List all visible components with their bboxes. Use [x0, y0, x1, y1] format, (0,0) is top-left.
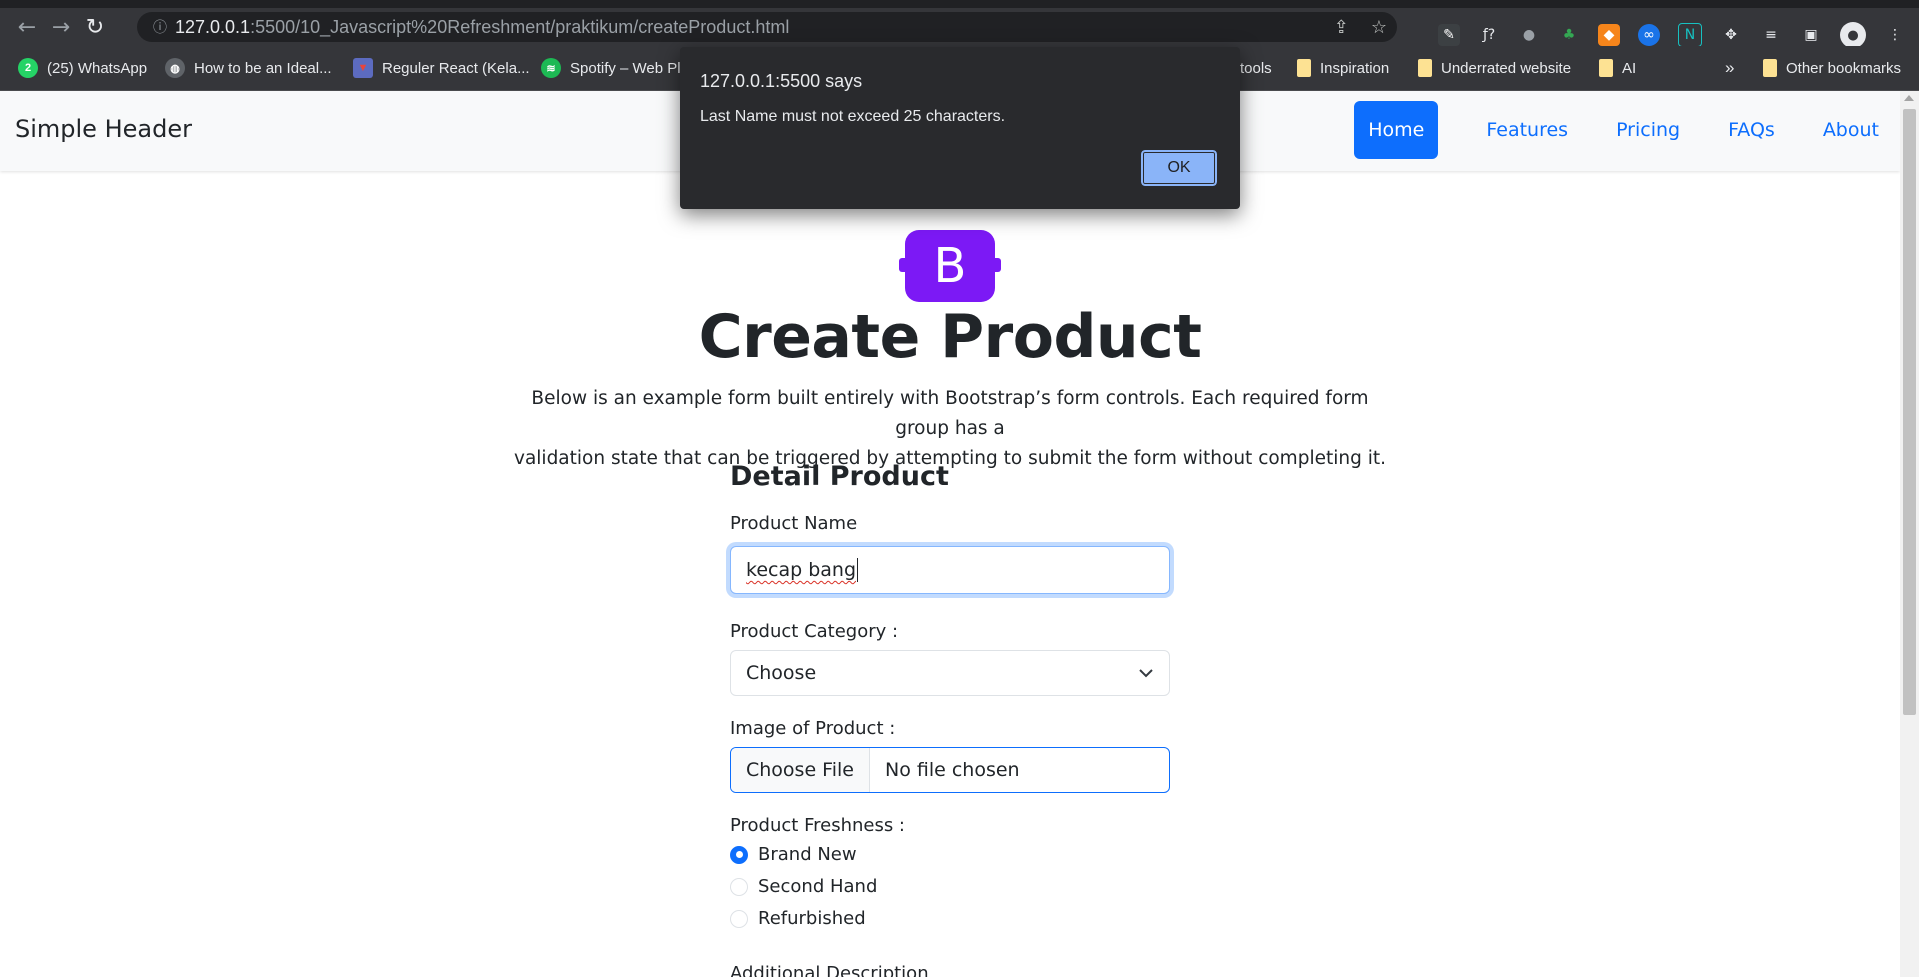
link-extension-icon[interactable]: ∞: [1638, 24, 1660, 46]
choose-file-button[interactable]: Choose File: [731, 748, 870, 792]
folder-icon: [1418, 59, 1432, 77]
bookmark-label: Other bookmarks: [1786, 59, 1902, 77]
formula-extension-icon[interactable]: ƒ?: [1478, 24, 1500, 46]
bookmark-label: Reguler React (Kela...: [382, 59, 530, 77]
page-viewport: Simple Header Home Features Pricing FAQs…: [0, 91, 1900, 977]
url-text[interactable]: 127.0.0.1:5500/10_Javascript%20Refreshme…: [175, 17, 789, 38]
bookmark-label: Underrated website: [1441, 59, 1572, 77]
spotify-icon: ≋: [541, 58, 561, 78]
bookmark-label: Inspiration: [1320, 59, 1390, 77]
bookmark-reguler-react[interactable]: ▼ Reguler React (Kela...: [353, 46, 530, 90]
product-name-value: kecap bang: [746, 559, 857, 581]
chevron-down-icon: [1139, 669, 1153, 678]
bootstrap-logo: B: [899, 230, 1001, 302]
dialog-title: 127.0.0.1:5500 says: [700, 71, 863, 91]
pen-extension-icon[interactable]: ✎: [1438, 24, 1460, 46]
tree-extension-icon[interactable]: ♣: [1558, 24, 1580, 46]
share-icon[interactable]: ⇪: [1334, 17, 1349, 38]
radio-label: Second Hand: [758, 876, 878, 897]
category-select[interactable]: Choose: [730, 650, 1170, 696]
bookmark-star-icon[interactable]: ☆: [1371, 17, 1387, 38]
radio-label: Brand New: [758, 844, 857, 865]
page-title: Create Product: [698, 302, 1202, 372]
additional-description-label: Additional Description: [730, 963, 929, 977]
radio-label: Refurbished: [758, 908, 866, 929]
nav-about[interactable]: About: [1809, 101, 1893, 159]
header-nav: Home Features Pricing FAQs About: [1354, 101, 1900, 159]
brand-title[interactable]: Simple Header: [15, 115, 192, 143]
tie-icon: ▼: [353, 58, 373, 78]
dialog-message: Last Name must not exceed 25 characters.: [700, 108, 1006, 125]
radio-brand-new[interactable]: Brand New: [730, 844, 857, 865]
bookmark-label: How to be an Ideal...: [194, 59, 332, 77]
side-panel-icon[interactable]: ▣: [1800, 24, 1822, 46]
lead-line: validation state that can be triggered b…: [514, 448, 1386, 469]
nav-faqs[interactable]: FAQs: [1714, 101, 1789, 159]
bookmark-label: (25) WhatsApp: [47, 59, 148, 77]
alert-dialog: 127.0.0.1:5500 says Last Name must not e…: [680, 47, 1240, 209]
bookmark-label: AI: [1622, 59, 1637, 77]
radio-refurbished[interactable]: Refurbished: [730, 908, 866, 929]
bookmark-folder-underrated[interactable]: Underrated website: [1418, 46, 1571, 90]
radio-checked-icon[interactable]: [730, 845, 748, 864]
forward-arrow-icon[interactable]: →: [44, 10, 78, 44]
freshness-label: Product Freshness :: [730, 815, 905, 836]
image-label: Image of Product :: [730, 718, 896, 739]
category-selected-value: Choose: [746, 662, 817, 684]
image-file-input[interactable]: Choose File No file chosen: [730, 747, 1170, 793]
lead-line: Below is an example form built entirely …: [531, 388, 1369, 439]
metamask-extension-icon[interactable]: ◆: [1598, 24, 1620, 46]
media-queue-icon[interactable]: ≡: [1760, 24, 1782, 46]
kebab-menu-icon[interactable]: ⋮: [1884, 24, 1906, 46]
radio-unchecked-icon[interactable]: [730, 877, 748, 896]
tab-strip: [0, 0, 1919, 8]
chevron-double-right-icon: »: [1725, 58, 1735, 77]
bookmark-folder-inspiration[interactable]: Inspiration: [1297, 46, 1389, 90]
bookmark-other[interactable]: Other bookmarks: [1763, 46, 1901, 90]
bookmark-whatsapp[interactable]: 2 (25) WhatsApp: [18, 46, 147, 90]
bookmark-folder-ai[interactable]: AI: [1599, 46, 1636, 90]
puzzle-extensions-icon[interactable]: ✥: [1720, 24, 1742, 46]
bookmark-ideal[interactable]: ◍ How to be an Ideal...: [165, 46, 332, 90]
browser-toolbar: ← → ↻ ⓘ 127.0.0.1:5500/10_Javascript%20R…: [0, 8, 1919, 48]
url-path: :5500/10_Javascript%20Refreshment/prakti…: [250, 16, 790, 37]
section-title: Detail Product: [730, 461, 949, 492]
notion-extension-icon[interactable]: N: [1678, 23, 1702, 47]
radio-second-hand[interactable]: Second Hand: [730, 876, 877, 897]
url-host: 127.0.0.1: [175, 16, 251, 37]
scroll-up-icon[interactable]: [1904, 95, 1914, 101]
globe-icon: ◍: [165, 58, 185, 78]
bookmark-folder-tools[interactable]: tools: [1240, 46, 1272, 90]
radio-unchecked-icon[interactable]: [730, 909, 748, 928]
scrollbar-thumb[interactable]: [1903, 109, 1916, 715]
profile-avatar[interactable]: ●: [1840, 22, 1866, 48]
nav-home[interactable]: Home: [1354, 101, 1439, 159]
folder-icon: [1297, 59, 1311, 77]
category-label: Product Category :: [730, 621, 899, 642]
address-bar[interactable]: ⓘ 127.0.0.1:5500/10_Javascript%20Refresh…: [137, 12, 1397, 42]
nav-features[interactable]: Features: [1472, 101, 1582, 159]
whatsapp-icon: 2: [18, 58, 38, 78]
folder-icon: [1763, 59, 1777, 77]
bookmark-label: Spotify – Web Pl: [570, 59, 681, 77]
product-name-label: Product Name: [730, 513, 858, 534]
file-status: No file chosen: [884, 759, 1020, 781]
site-info-icon[interactable]: ⓘ: [145, 17, 175, 37]
text-caret: [857, 558, 859, 582]
bookmark-label: tools: [1240, 59, 1272, 77]
back-arrow-icon[interactable]: ←: [10, 10, 44, 44]
nav-pricing[interactable]: Pricing: [1602, 101, 1694, 159]
bookmark-spotify[interactable]: ≋ Spotify – Web Pl: [541, 46, 681, 90]
more-bookmarks-chevron[interactable]: »: [1725, 46, 1734, 90]
page-scrollbar[interactable]: [1900, 91, 1919, 977]
reload-icon[interactable]: ↻: [78, 10, 112, 44]
product-name-input[interactable]: kecap bang: [730, 546, 1170, 594]
mouse-extension-icon[interactable]: ●: [1518, 24, 1540, 46]
dialog-ok-button[interactable]: OK: [1140, 149, 1218, 187]
logo-letter: B: [933, 238, 967, 294]
lead-paragraph: Below is an example form built entirely …: [514, 384, 1386, 474]
folder-icon: [1599, 59, 1613, 77]
